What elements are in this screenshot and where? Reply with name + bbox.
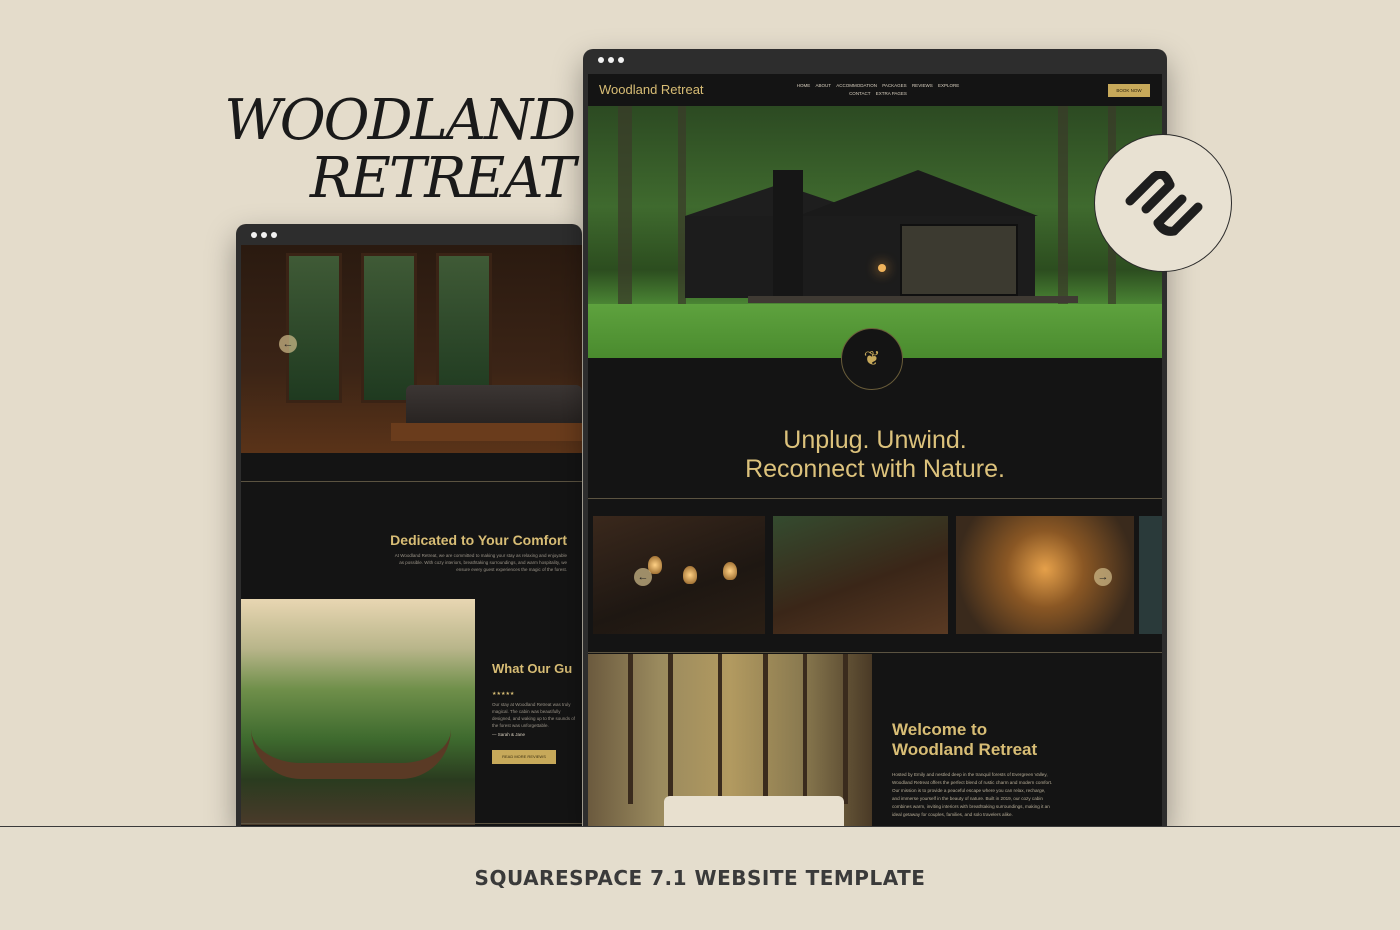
heading-line-2: RETREAT [309,146,576,211]
left-browser-mockup: ← Dedicated to Your Comfort At Woodland … [236,224,582,826]
bedroom-image: ← [241,245,582,453]
window-dot [261,232,267,238]
gallery-image-lamps [593,516,765,634]
tagline-line-2: Reconnect with Nature. [745,455,1005,483]
comfort-title: Dedicated to Your Comfort [390,532,567,548]
welcome-title-line-2: Woodland Retreat [892,740,1038,759]
rating-stars: ★★★★★ [492,691,515,697]
tagline-line-1: Unplug. Unwind. [783,426,967,454]
welcome-body: Hosted by Emily and nestled deep in the … [892,772,1053,817]
testimonial-body: Our stay at Woodland Retreat was truly m… [492,702,576,728]
gallery-next-button[interactable]: → [1094,568,1112,586]
gallery-image-partial [1139,516,1162,634]
site-header: Woodland Retreat HOME ABOUT ACCOMMODATIO… [588,74,1162,106]
nav-contact[interactable]: CONTACT [849,91,870,96]
comfort-section [241,453,582,599]
window-dot [608,57,614,63]
tree-icon: ❦ [841,328,903,390]
nav-packages[interactable]: PACKAGES [882,83,906,88]
window-dot [618,57,624,63]
hero-cabin-image [588,106,1162,358]
left-screen: ← Dedicated to Your Comfort At Woodland … [241,245,582,826]
testimonial-title: What Our Gu [492,661,573,676]
right-screen: Woodland Retreat HOME ABOUT ACCOMMODATIO… [588,74,1162,826]
forest-living-room-image [588,654,872,826]
nav-explore[interactable]: EXPLORE [938,83,959,88]
squarespace-logo-icon [1094,134,1232,272]
nav-home[interactable]: HOME [797,83,811,88]
comfort-body: At Woodland Retreat, we are committed to… [394,553,567,572]
sofa-shape [664,796,844,826]
nav-accommodation[interactable]: ACCOMMODATION [836,83,877,88]
right-browser-mockup: Woodland Retreat HOME ABOUT ACCOMMODATIO… [583,49,1167,826]
nav-about[interactable]: ABOUT [816,83,832,88]
testimonial-author: — Sarah & Jane [492,732,526,737]
window-dots [251,232,277,238]
read-more-button[interactable]: READ MORE REVIEWS [492,750,556,764]
gallery-prev-button[interactable]: ← [634,568,652,586]
window-dots [598,57,624,63]
heading-line-1: WOODLAND [224,88,576,153]
footer-label: SQUARESPACE 7.1 WEBSITE TEMPLATE [474,866,926,890]
hammock-image [241,599,475,825]
gallery-image-bedroom [773,516,948,634]
window-dot [598,57,604,63]
window-dot [251,232,257,238]
nav-extra-pages[interactable]: EXTRA PAGES [876,91,907,96]
window-dot [271,232,277,238]
welcome-title: Welcome to Woodland Retreat [892,720,1037,760]
gallery-carousel: ← → [588,516,1162,634]
site-logo[interactable]: Woodland Retreat [599,82,704,97]
main-nav: HOME ABOUT ACCOMMODATION PACKAGES REVIEW… [793,82,963,98]
welcome-title-line-1: Welcome to [892,720,988,739]
hero-tagline: Unplug. Unwind. Reconnect with Nature. [588,426,1162,484]
book-now-button[interactable]: BOOK NOW [1108,84,1150,97]
nav-reviews[interactable]: REVIEWS [912,83,933,88]
slider-prev-button[interactable]: ← [279,335,297,353]
